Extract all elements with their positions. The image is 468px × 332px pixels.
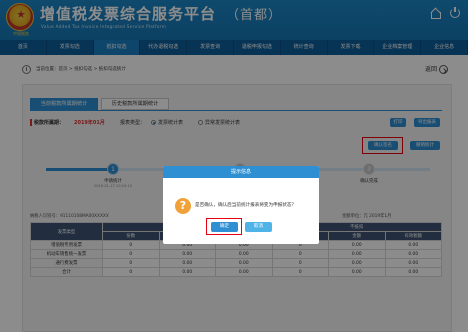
dialog-message: 是否确认，确认后当前统计报表将变为申报状态？: [195, 203, 297, 208]
confirm-dialog: 提示信息 ? 是否确认，确认后当前统计报表将变为申报状态？ 确定 取消: [163, 166, 319, 244]
warning-icon: ?: [175, 198, 191, 214]
highlight-box-ok: [206, 218, 242, 235]
dialog-cancel-button[interactable]: 取消: [245, 222, 272, 232]
dialog-title: 提示信息: [163, 166, 319, 178]
